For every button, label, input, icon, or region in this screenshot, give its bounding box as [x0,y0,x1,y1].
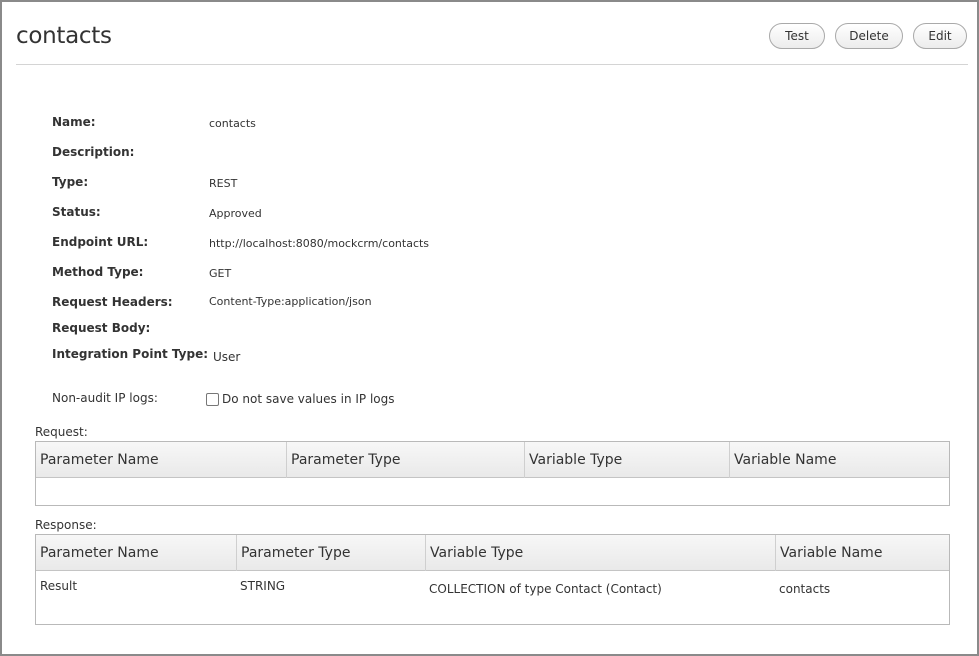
edit-button[interactable]: Edit [913,23,967,49]
page-title: contacts [16,23,112,49]
request-parameters-table: Parameter Name Parameter Type Variable T… [35,441,950,506]
response-col-variable-name[interactable]: Variable Name [775,535,949,571]
test-button[interactable]: Test [769,23,825,49]
request-table-header: Parameter Name Parameter Type Variable T… [36,442,949,478]
response-col-parameter-type[interactable]: Parameter Type [236,535,425,571]
request-body-label: Request Body: [52,321,151,335]
delete-button[interactable]: Delete [835,23,903,49]
response-col-variable-type[interactable]: Variable Type [425,535,775,571]
method-type-label: Method Type: [52,265,144,279]
response-col-parameter-name[interactable]: Parameter Name [36,535,236,571]
response-cell-parameter-type: STRING [240,579,286,593]
response-cell-variable-type: COLLECTION of type Contact (Contact) [429,582,662,596]
type-label: Type: [52,175,89,189]
status-value: Approved [209,207,262,220]
method-type-value: GET [209,267,232,280]
do-not-save-values-checkbox[interactable] [206,393,219,406]
do-not-save-values-label[interactable]: Do not save values in IP logs [222,392,395,406]
endpoint-url-label: Endpoint URL: [52,235,149,249]
request-headers-label: Request Headers: [52,295,173,309]
response-cell-variable-name: contacts [779,582,831,596]
request-col-variable-name[interactable]: Variable Name [729,442,949,478]
request-col-parameter-name[interactable]: Parameter Name [36,442,286,478]
request-headers-value: Content-Type:application/json [209,295,372,308]
type-value: REST [209,177,238,190]
name-label: Name: [52,115,96,129]
response-section-label: Response: [35,518,97,532]
title-divider [16,64,968,65]
response-parameters-table: Parameter Name Parameter Type Variable T… [35,534,950,625]
request-col-parameter-type[interactable]: Parameter Type [286,442,524,478]
status-label: Status: [52,205,101,219]
name-value: contacts [209,117,256,130]
integration-point-detail-panel: contacts Test Delete Edit Name: contacts… [0,0,979,656]
request-section-label: Request: [35,425,88,439]
description-label: Description: [52,145,135,159]
integration-point-type-label: Integration Point Type: [52,347,209,361]
integration-point-type-value: User [213,350,241,364]
non-audit-ip-logs-label: Non-audit IP logs: [52,391,158,405]
endpoint-url-value: http://localhost:8080/mockcrm/contacts [209,237,430,250]
response-table-header: Parameter Name Parameter Type Variable T… [36,535,949,571]
response-cell-parameter-name: Result [40,579,78,593]
request-col-variable-type[interactable]: Variable Type [524,442,729,478]
